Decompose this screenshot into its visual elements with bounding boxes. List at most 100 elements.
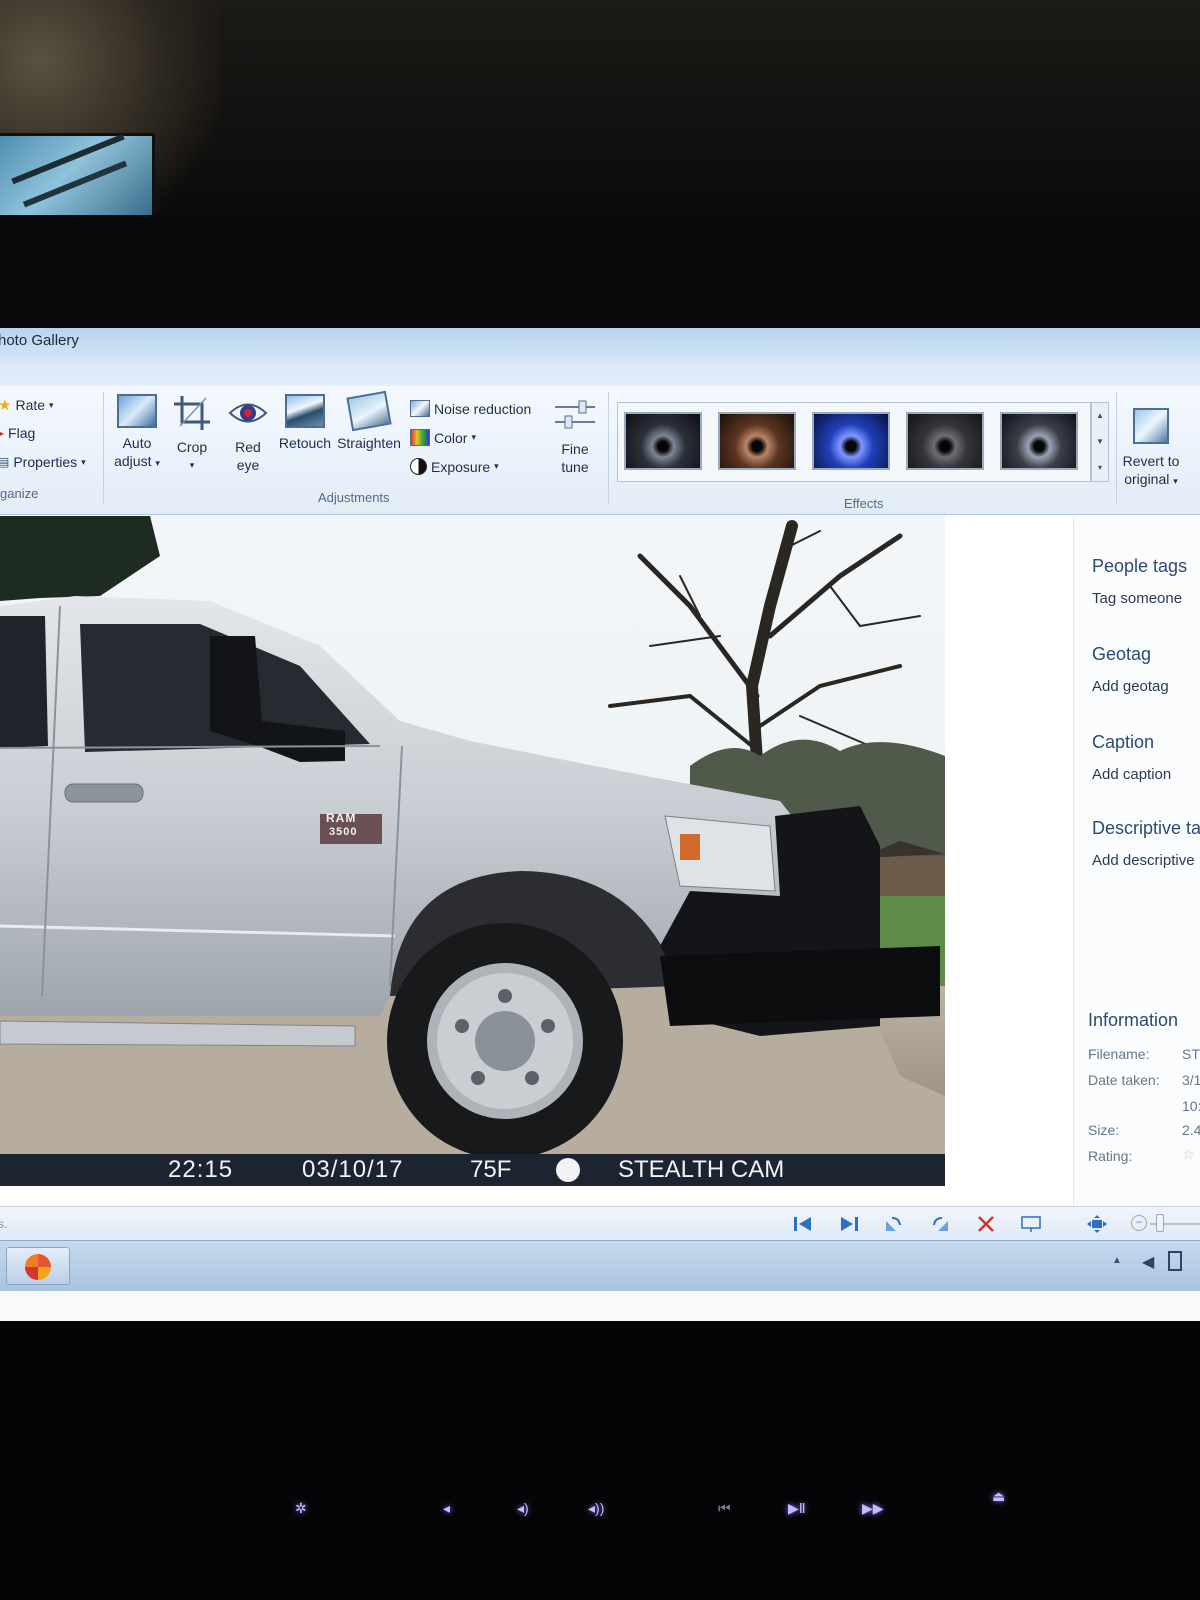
taskbar-photo-gallery-button[interactable] [6,1247,70,1285]
crop-button[interactable]: Crop ▾ [168,394,216,474]
window-title: hoto Gallery [0,332,79,349]
auto-adjust-label-2: adjust [114,453,152,469]
straighten-icon [346,390,392,432]
fit-to-window-icon[interactable] [1086,1215,1108,1233]
caption-heading: Caption [1092,732,1155,752]
volume-mute-key-icon[interactable]: ◂ [443,1500,450,1517]
photo-viewer: RAM 3500 22:15 03/10/17 75F STEALTH CAM [0,516,1200,1206]
exposure-icon [410,458,427,475]
ram-badge-text: RAM [326,811,357,825]
color-button[interactable]: Color ▾ [410,429,476,446]
noise-reduction-button[interactable]: Noise reduction [410,400,531,417]
auto-adjust-icon [117,394,157,428]
add-geotag-link[interactable]: Add geotag [1092,678,1169,695]
effect-thumbnail[interactable] [624,412,702,470]
filename-label: Filename: [1088,1046,1150,1062]
volume-icon[interactable]: ◀ [1142,1252,1154,1272]
details-pane: People tags Tag someone Geotag Add geota… [1073,516,1200,1206]
trail-camera-photo[interactable]: RAM 3500 22:15 03/10/17 75F STEALTH CAM [0,516,945,1186]
volume-down-key-icon[interactable]: ◂) [517,1500,529,1517]
rotate-left-icon[interactable] [882,1215,904,1233]
effect-thumbnail[interactable] [812,412,890,470]
properties-button[interactable]: ▤ Properties ▾ [0,454,86,470]
retouch-button[interactable]: Retouch [276,394,334,452]
slideshow-icon[interactable] [1020,1215,1042,1233]
straighten-label: Straighten [337,435,401,451]
eject-key-icon[interactable]: ⏏ [992,1488,1005,1505]
color-icon [410,429,430,446]
volume-up-key-icon[interactable]: ◂)) [588,1500,604,1517]
battery-icon[interactable] [1168,1251,1182,1271]
crop-label: Crop [176,439,208,455]
rate-label: Rate [15,397,46,413]
effects-group-label: Effects [844,496,884,511]
windows-taskbar: ▲ ◀ [0,1240,1200,1291]
next-track-key-icon[interactable]: ▶▶ [862,1500,884,1517]
flag-label: Flag [8,425,36,441]
noise-reduction-icon [410,400,430,417]
chevron-down-icon: ▾ [81,456,86,467]
zoom-slider-thumb[interactable] [1156,1214,1164,1232]
flag-button[interactable]: ▸ Flag [0,425,35,441]
rating-star-icon[interactable]: ☆ [1182,1146,1195,1163]
auto-adjust-button[interactable]: Auto adjust ▾ [108,394,166,472]
exposure-button[interactable]: Exposure ▾ [410,458,499,475]
ram-badge-model: 3500 [329,826,358,838]
properties-icon: ▤ [0,455,10,469]
size-label: Size: [1088,1122,1120,1138]
zoom-out-icon[interactable]: − [1131,1215,1147,1231]
red-eye-button[interactable]: Red eye [222,394,274,474]
retouch-label: Retouch [278,435,332,451]
chevron-down-icon: ▾ [189,460,195,470]
information-heading: Information [1088,1010,1179,1030]
add-descriptive-tags-link[interactable]: Add descriptive [1092,852,1195,869]
play-pause-key-icon[interactable]: ▶Ⅱ [788,1500,806,1517]
red-eye-label-1: Red [235,439,261,455]
delete-icon[interactable] [975,1215,997,1233]
chevron-down-icon: ▾ [155,458,160,468]
time-taken-value: 10: [1182,1098,1200,1114]
retouch-icon [285,394,325,428]
rate-button[interactable]: ★ Rate ▾ [0,396,54,414]
previous-icon[interactable] [792,1215,814,1233]
revert-to-original-button[interactable]: Revert to original ▾ [1118,408,1184,490]
adjustments-group-label: Adjustments [318,490,390,505]
people-tags-heading: People tags [1092,556,1188,576]
crop-icon [174,396,210,430]
star-icon: ★ [0,397,12,414]
add-caption-link[interactable]: Add caption [1092,766,1171,783]
sliders-icon [555,400,595,429]
chevron-down-icon: ▾ [494,461,499,471]
effect-thumbnail[interactable] [718,412,796,470]
tag-someone-link[interactable]: Tag someone [1092,590,1182,607]
auto-adjust-label-1: Auto [122,435,152,451]
monitor-bezel-bottom [0,1321,1200,1600]
viewer-toolbar: s. − [0,1206,1200,1241]
background-monitor [0,133,155,219]
size-value: 2.4 [1182,1122,1200,1138]
effects-gallery-scroll[interactable]: ▲ ▼ ▾ [1091,402,1109,482]
overlay-time: 22:15 [168,1156,234,1183]
title-bar: hoto Gallery [0,328,1200,362]
fine-tune-button[interactable]: Fine tune [550,398,600,476]
descriptive-tags-heading: Descriptive ta [1092,818,1200,838]
tray-chevron-up-icon[interactable]: ▲ [1112,1255,1122,1266]
effect-thumbnail[interactable] [906,412,984,470]
moon-phase-icon [556,1158,580,1182]
straighten-button[interactable]: Straighten [334,390,404,452]
fine-tune-label-1: Fine [561,441,589,457]
color-label: Color [434,429,468,446]
effects-gallery [617,402,1091,482]
effect-thumbnail[interactable] [1000,412,1078,470]
status-text: s. [0,1217,8,1231]
rotate-right-icon[interactable] [930,1215,952,1233]
monitor-bezel-top [0,215,1200,330]
geotag-heading: Geotag [1092,644,1152,664]
chevron-up-icon: ▲ [1096,411,1104,420]
photo-gallery-app-icon [25,1254,51,1280]
date-taken-value: 3/1 [1182,1072,1200,1088]
monitor-screen: hoto Gallery ★ Rate ▾ ▸ Flag ▤ Propertie… [0,328,1200,1321]
settings-key-icon[interactable]: ✲ [295,1500,307,1517]
next-icon[interactable] [838,1215,860,1233]
previous-track-key-icon[interactable]: ⏮ [718,1500,731,1517]
